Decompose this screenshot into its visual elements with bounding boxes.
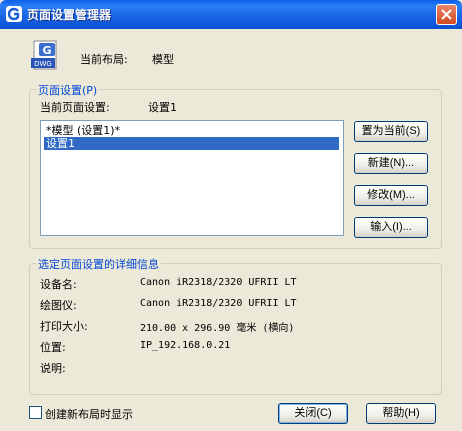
description-label: 说明: (40, 362, 66, 375)
plot-size-label: 打印大小: (40, 320, 88, 333)
list-item-model[interactable]: *模型 (设置1)* (44, 124, 122, 137)
close-button[interactable]: 关闭(C) (278, 403, 348, 424)
show-on-new-layout-checkbox[interactable] (29, 406, 42, 419)
svg-text:DWG: DWG (34, 60, 52, 68)
details-group-title: 选定页面设置的详细信息 (36, 256, 161, 272)
title-bar[interactable]: 页面设置管理器 (0, 0, 462, 29)
set-current-button[interactable]: 置为当前(S) (354, 121, 428, 142)
list-item-setup1[interactable]: 设置1 (44, 137, 339, 150)
window-title: 页面设置管理器 (27, 8, 112, 22)
current-layout-value: 模型 (152, 53, 174, 66)
location-value: IP_192.168.0.21 (140, 340, 231, 351)
current-page-setup-value: 设置1 (148, 101, 177, 114)
import-button[interactable]: 输入(I)... (354, 217, 428, 238)
plot-size-value: 210.00 x 296.90 毫米 (横向) (140, 323, 295, 334)
page-setups-list[interactable]: *模型 (设置1)* 设置1 (40, 120, 344, 236)
current-page-setup-label: 当前页面设置: (40, 101, 110, 114)
page-setup-manager-dialog: 页面设置管理器 G DWG 当前布局: 模型 页面设置(P) 当前页面设置: 设… (0, 0, 462, 431)
location-label: 位置: (40, 341, 66, 354)
device-name-value: Canon iR2318/2320 UFRII LT (140, 277, 297, 288)
device-name-label: 设备名: (40, 278, 77, 291)
current-layout-label: 当前布局: (80, 53, 128, 66)
modify-button[interactable]: 修改(M)... (354, 185, 428, 206)
new-button[interactable]: 新建(N)... (354, 153, 428, 174)
app-logo-icon (6, 6, 22, 22)
dwg-file-icon: G DWG (30, 40, 62, 72)
plotter-label: 绘图仪: (40, 299, 77, 312)
close-window-button[interactable] (436, 4, 457, 25)
help-button[interactable]: 帮助(H) (366, 403, 436, 424)
svg-text:G: G (42, 44, 51, 57)
page-setups-group-title: 页面设置(P) (36, 82, 100, 98)
close-icon (441, 9, 452, 20)
show-on-new-layout-label[interactable]: 创建新布局时显示 (45, 406, 133, 422)
plotter-value: Canon iR2318/2320 UFRII LT (140, 298, 297, 309)
